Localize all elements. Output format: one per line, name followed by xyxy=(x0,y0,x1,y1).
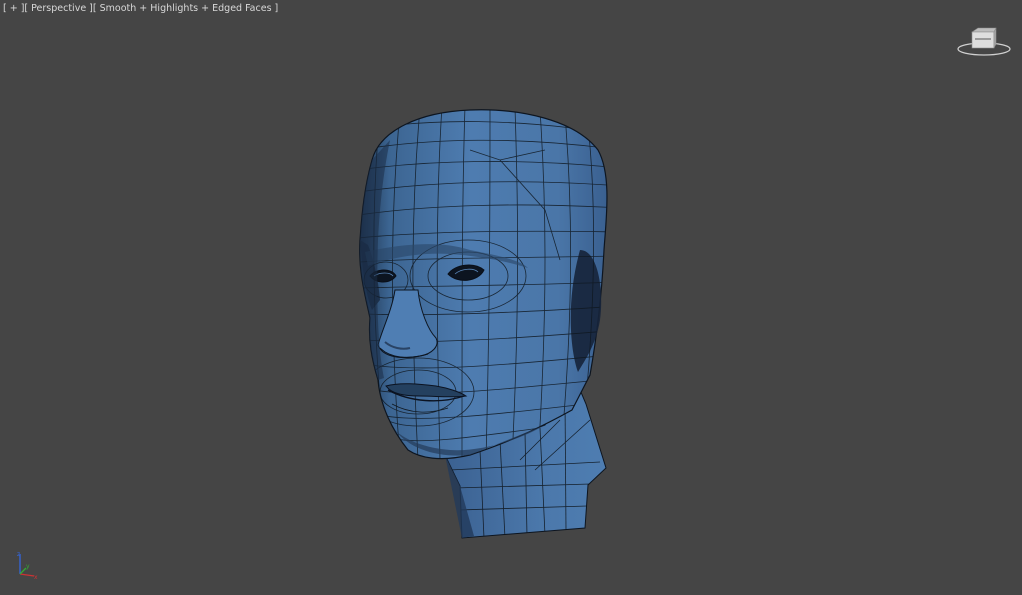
perspective-viewport[interactable]: [ + ] [ Perspective ] [ Smooth + Highlig… xyxy=(0,0,1022,595)
axis-tripod-icon: z x y xyxy=(17,551,38,581)
viewcube-icon[interactable] xyxy=(956,22,1012,58)
svg-text:y: y xyxy=(26,563,30,570)
viewport-plus-menu[interactable]: [ + ] xyxy=(3,3,24,14)
viewport-label-menu: [ + ] [ Perspective ] [ Smooth + Highlig… xyxy=(3,2,278,15)
head-mesh-model[interactable] xyxy=(0,0,1022,595)
svg-text:x: x xyxy=(34,574,38,581)
svg-text:z: z xyxy=(17,551,20,558)
viewport-view-menu[interactable]: [ Perspective ] xyxy=(24,3,92,14)
viewport-shading-menu[interactable]: [ Smooth + Highlights + Edged Faces ] xyxy=(93,3,278,14)
